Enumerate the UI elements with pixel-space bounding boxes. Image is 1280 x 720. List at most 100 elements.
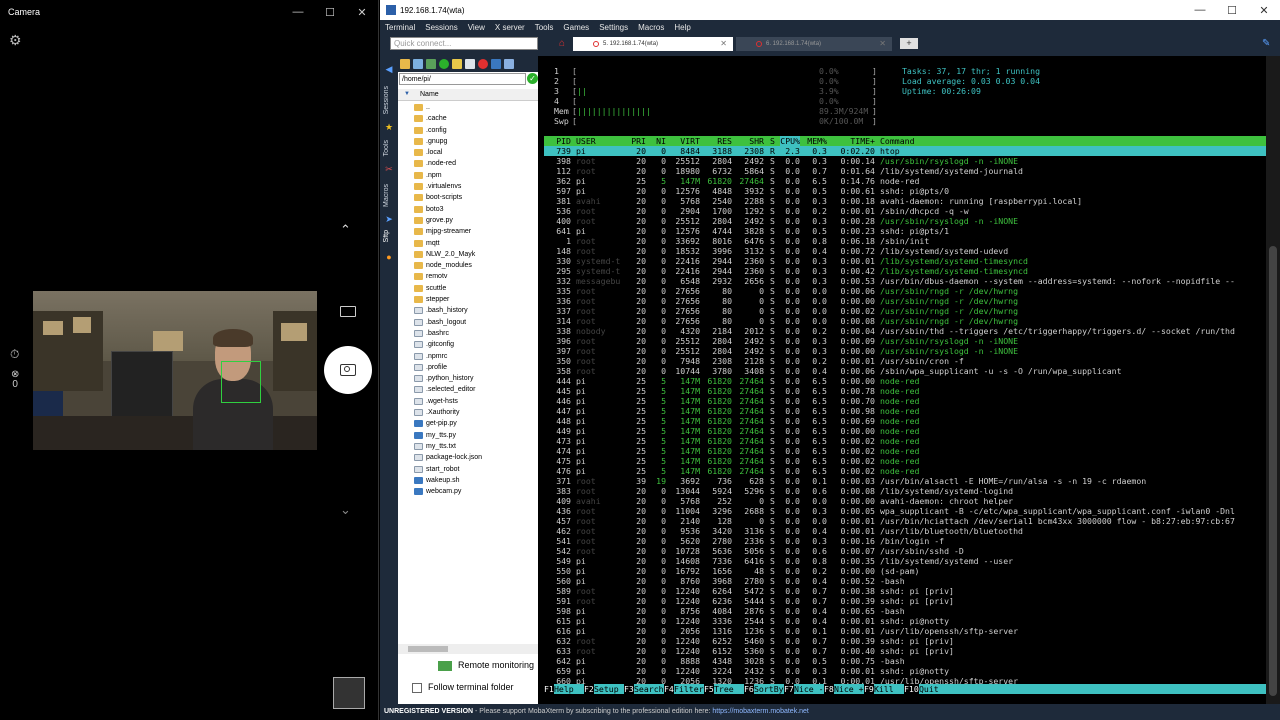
sessions-tab[interactable]: Sessions [383, 86, 390, 114]
pin-icon[interactable]: ✎ [1262, 38, 1270, 49]
file-list-item[interactable]: get-pip.py [398, 418, 538, 429]
process-row[interactable]: 598 pi 20 0 8756 4084 2876 S 0.0 0.4 0:00.65 -bash [544, 606, 1266, 616]
column-header[interactable]: PID [556, 136, 571, 146]
minimize-icon[interactable]: — [282, 6, 314, 18]
video-mode-icon[interactable] [340, 306, 356, 317]
file-list-item[interactable]: .bash_history [398, 305, 538, 316]
file-list-item[interactable]: package-lock.json [398, 452, 538, 463]
file-list-item[interactable]: .npm [398, 170, 538, 181]
process-row[interactable]: 549 pi 20 0 14608 7336 6416 S 0.0 0.8 0:00.35/lib/… [544, 556, 1266, 566]
process-row[interactable]: 1 root 20 0 33692 8016 6476 S 0.0 0.8 0:06.18/sbin… [544, 236, 1266, 246]
process-row[interactable]: 633 root 20 0 12240 6152 5360 S 0.0 0.7 0:00.40 ssh… [544, 646, 1266, 656]
column-header[interactable]: NI [656, 136, 666, 146]
folder-up-icon[interactable] [400, 59, 410, 69]
file-list-item[interactable]: .config [398, 125, 538, 136]
process-row[interactable]: 338 nobody 20 0 4320 2184 2012 S 0.0 0.2 0:00.04/u… [544, 326, 1266, 336]
column-header[interactable]: S [770, 136, 775, 146]
process-row[interactable]: 396 root 20 0 25512 2804 2492 S 0.0 0.3 0:00.09/us… [544, 336, 1266, 346]
function-key-label[interactable]: Help [554, 684, 584, 694]
function-key-label[interactable]: Nice - [794, 684, 824, 694]
timer-icon[interactable]: ⏱ [10, 347, 19, 362]
process-row[interactable]: 473 pi 25 5 147M 61820 27464 S 0.0 6.5 0:00.02 node… [544, 436, 1266, 446]
refresh-icon[interactable] [439, 59, 449, 69]
send-icon[interactable]: ➤ [384, 214, 394, 224]
upload-icon[interactable] [426, 59, 436, 69]
function-key-label[interactable]: Setup [594, 684, 624, 694]
process-row[interactable]: 739 pi 20 0 8484 3188 2308 R 2.3 0.3 0:02.20 htop [544, 146, 1266, 156]
process-row[interactable]: 457 root 20 0 2140 128 0 S 0.0 0.0 0:00.01/usr/bin… [544, 516, 1266, 526]
process-row[interactable]: 397 root 20 0 25512 2804 2492 S 0.0 0.3 0:00.00/us… [544, 346, 1266, 356]
tab-session-5[interactable]: 5. 192.168.1.74(wta) ✕ [573, 37, 733, 51]
file-list-item[interactable]: NLW_2.0_Mayk [398, 249, 538, 260]
menu-sessions[interactable]: Sessions [425, 23, 457, 32]
process-row[interactable]: 542 root 20 0 10728 5636 5056 S 0.0 0.6 0:00.07/us… [544, 546, 1266, 556]
file-list-item[interactable]: .Xauthority [398, 407, 538, 418]
gear-icon[interactable]: ⚙ [9, 32, 22, 49]
file-list-item[interactable]: mjpg-streamer [398, 226, 538, 237]
process-row[interactable]: 436 root 20 0 11004 3296 2688 S 0.0 0.3 0:00.05 wpa… [544, 506, 1266, 516]
process-row[interactable]: 632 root 20 0 12240 6252 5460 S 0.0 0.7 0:00.39 ssh… [544, 636, 1266, 646]
close-icon[interactable]: ✕ [346, 6, 378, 19]
process-row[interactable]: 448 pi 25 5 147M 61820 27464 S 0.0 6.5 0:00.69 node… [544, 416, 1266, 426]
process-row[interactable]: 332 messagebu 20 0 6548 2932 2656 S 0.0 0.3 0:00.5… [544, 276, 1266, 286]
function-key-label[interactable]: Tree [714, 684, 744, 694]
column-header[interactable]: CPU% [780, 136, 800, 146]
process-row[interactable]: 550 pi 20 0 16792 1656 48 S 0.0 0.2 0:00.00 (sd-pam… [544, 566, 1266, 576]
close-tab-icon[interactable]: ✕ [720, 37, 727, 51]
process-row[interactable]: 362 pi 25 5 147M 61820 27464 S 0.0 6.5 0:14.76 node… [544, 176, 1266, 186]
sftp-path-input[interactable]: /home/pi/ [399, 73, 526, 85]
file-list-item[interactable]: scuttle [398, 283, 538, 294]
maximize-icon[interactable]: ☐ [314, 6, 346, 19]
file-list-item[interactable]: boto3 [398, 204, 538, 215]
process-row[interactable]: 597 pi 20 0 12576 4848 3932 S 0.0 0.5 0:00.61 sshd:… [544, 186, 1266, 196]
process-row[interactable]: 335 root 20 0 27656 80 0 S 0.0 0.0 0:00.06/usr/sbi… [544, 286, 1266, 296]
process-row[interactable]: 330 systemd-t 20 0 22416 2944 2360 S 0.0 0.3 0:00.… [544, 256, 1266, 266]
process-row[interactable]: 536 root 20 0 2904 1700 1292 S 0.0 0.2 0:00.01/sbi… [544, 206, 1266, 216]
file-list-item[interactable]: .bash_logout [398, 317, 538, 328]
terminal[interactable]: 1[0.0%] 2[0.0%] 3[|| 3.9%] 4[0.0%] Mem[||||||… [544, 56, 1266, 704]
chevron-down-icon[interactable]: ⌄ [340, 502, 351, 518]
file-list-item[interactable]: boot-scripts [398, 192, 538, 203]
tools-icon[interactable]: ✂ [384, 164, 394, 174]
process-row[interactable]: 641 pi 20 0 12576 4744 3828 S 0.0 0.5 0:00.23 sshd:… [544, 226, 1266, 236]
column-header[interactable]: USER [576, 136, 596, 146]
process-row[interactable]: 447 pi 25 5 147M 61820 27464 S 0.0 6.5 0:00.98 node… [544, 406, 1266, 416]
file-list-item[interactable]: .wget-hsts [398, 396, 538, 407]
process-row[interactable]: 400 root 20 0 25512 2804 2492 S 0.0 0.3 0:00.28/us… [544, 216, 1266, 226]
menu-tools[interactable]: Tools [535, 23, 554, 32]
process-row[interactable]: 462 root 20 0 9536 3420 3136 S 0.0 0.4 0:00.01/usr… [544, 526, 1266, 536]
file-list-item[interactable]: .virtualenvs [398, 181, 538, 192]
collapse-arrow-icon[interactable]: ◀ [384, 64, 394, 74]
file-list-item[interactable]: .bashrc [398, 328, 538, 339]
process-row[interactable]: 560 pi 20 0 8760 3968 2780 S 0.0 0.4 0:00.52 -bash [544, 576, 1266, 586]
close-icon[interactable]: ✕ [1248, 4, 1280, 17]
function-key-label[interactable]: Filter [674, 684, 704, 694]
file-list-item[interactable]: .local [398, 147, 538, 158]
file-list-item[interactable]: .gnupg [398, 136, 538, 147]
last-photo-thumbnail[interactable] [333, 677, 365, 709]
process-row[interactable]: 449 pi 25 5 147M 61820 27464 S 0.0 6.5 0:00.00 node… [544, 426, 1266, 436]
function-key-label[interactable]: SortBy [754, 684, 784, 694]
file-list-item[interactable]: .python_history [398, 373, 538, 384]
file-list-item[interactable]: .gitconfig [398, 339, 538, 350]
process-row[interactable]: 336 root 20 0 27656 80 0 S 0.0 0.0 0:00.00/usr/sbi… [544, 296, 1266, 306]
sftp-column-header[interactable]: ▼ Name [398, 89, 538, 101]
process-row[interactable]: 409 avahi 20 0 5768 252 0 S 0.0 0.0 0:00.00 avahi-d… [544, 496, 1266, 506]
process-row[interactable]: 476 pi 25 5 147M 61820 27464 S 0.0 6.5 0:00.02 node… [544, 466, 1266, 476]
file-list-item[interactable]: .. [398, 102, 538, 113]
file-list-item[interactable]: .cache [398, 113, 538, 124]
sftp-tab[interactable]: Sftp [383, 230, 390, 242]
tools-tab[interactable]: Tools [383, 140, 390, 156]
function-key-label[interactable]: Quit [919, 684, 1266, 694]
menu-xserver[interactable]: X server [495, 23, 525, 32]
file-list-item[interactable]: wakeup.sh [398, 475, 538, 486]
process-row[interactable]: 589 root 20 0 12240 6264 5472 S 0.0 0.7 0:00.38 ssh… [544, 586, 1266, 596]
file-list-item[interactable]: remotv [398, 271, 538, 282]
process-row[interactable]: 446 pi 25 5 147M 61820 27464 S 0.0 6.5 0:00.70 node… [544, 396, 1266, 406]
process-row[interactable]: 295 systemd-t 20 0 22416 2944 2360 S 0.0 0.3 0:00.… [544, 266, 1266, 276]
file-list-item[interactable]: .node-red [398, 158, 538, 169]
menu-macros[interactable]: Macros [638, 23, 664, 32]
minimize-icon[interactable]: — [1184, 4, 1216, 16]
process-row[interactable]: 616 pi 20 0 2056 1316 1236 S 0.0 0.1 0:00.01/usr/l… [544, 626, 1266, 636]
process-row[interactable]: 541 root 20 0 5620 2780 2336 S 0.0 0.3 0:00.16/bin… [544, 536, 1266, 546]
